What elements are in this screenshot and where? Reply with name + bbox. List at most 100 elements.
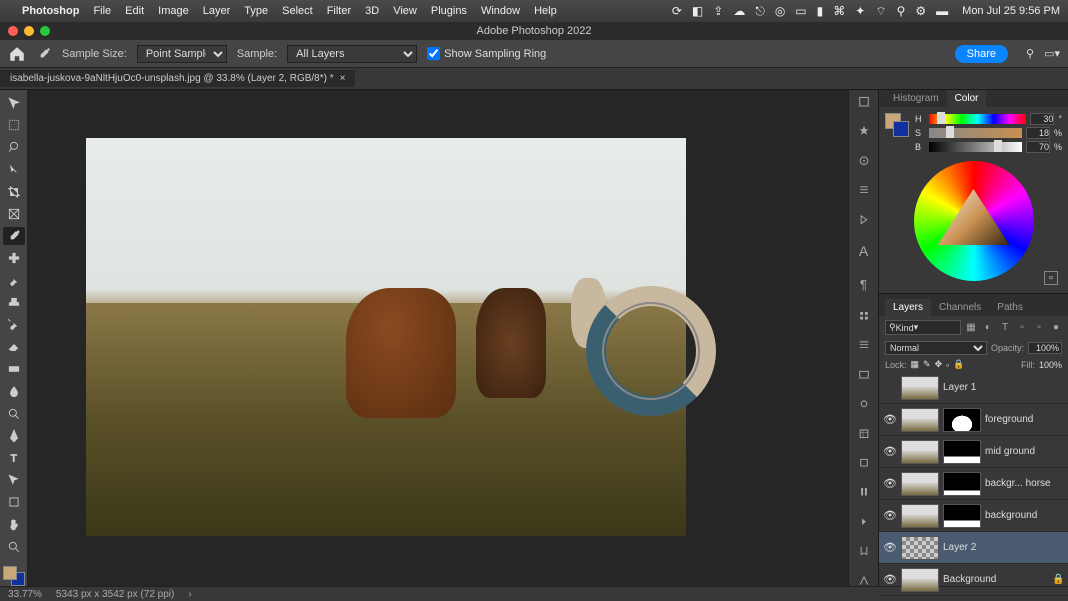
zoom-level[interactable]: 33.77% — [8, 589, 42, 600]
layer-visibility-icon[interactable]: 👁 — [883, 541, 897, 555]
close-tab-icon[interactable]: × — [340, 73, 346, 84]
sample-size-select[interactable]: Point Sample — [137, 45, 227, 63]
filter-toggle-icon[interactable]: ● — [1050, 322, 1062, 334]
hue-slider[interactable] — [929, 114, 1026, 124]
layer-filter-select[interactable]: ⚲ Kind ▾ — [885, 320, 961, 335]
brightness-slider[interactable] — [929, 142, 1022, 152]
brightness-input[interactable] — [1026, 141, 1050, 153]
document-canvas[interactable] — [86, 138, 686, 536]
layer-name[interactable]: mid ground — [985, 446, 1064, 457]
lock-paint-icon[interactable]: ✎ — [923, 359, 931, 370]
layer-mask-thumbnail[interactable] — [943, 440, 981, 464]
lock-all-icon[interactable]: 🔒 — [953, 359, 964, 370]
layer-mask-thumbnail[interactable] — [943, 504, 981, 528]
layer-thumbnail[interactable] — [901, 440, 939, 464]
dock-icon[interactable]: ¶ — [860, 277, 867, 292]
lock-position-icon[interactable]: ✥ — [935, 359, 943, 370]
layer-mask-thumbnail[interactable] — [943, 408, 981, 432]
tab-layers[interactable]: Layers — [885, 299, 931, 316]
battery-icon[interactable]: ▬ — [936, 4, 948, 18]
fill-input[interactable]: 100% — [1039, 360, 1062, 370]
layer-visibility-icon[interactable]: 👁 — [883, 573, 897, 587]
show-sampling-ring-input[interactable] — [427, 47, 440, 60]
menu-image[interactable]: Image — [158, 5, 189, 17]
menu-plugins[interactable]: Plugins — [431, 5, 467, 17]
status-icon[interactable]: ◧ — [692, 4, 703, 18]
layer-visibility-icon[interactable]: 👁 — [883, 477, 897, 491]
zoom-tool[interactable] — [3, 538, 25, 556]
layer-thumbnail[interactable] — [901, 568, 939, 592]
healing-tool[interactable] — [3, 249, 25, 267]
status-icon[interactable]: ☁ — [733, 4, 745, 18]
layer-visibility-icon[interactable]: 👁 — [883, 509, 897, 523]
filter-adjustment-icon[interactable]: ◐ — [982, 322, 994, 334]
show-sampling-ring-checkbox[interactable]: Show Sampling Ring — [427, 47, 546, 60]
layer-name[interactable]: Layer 1 — [943, 382, 1064, 393]
dock-icon[interactable] — [855, 575, 873, 586]
spotlight-icon[interactable]: ⚲ — [897, 4, 906, 18]
menu-type[interactable]: Type — [244, 5, 268, 17]
layer-visibility-icon[interactable] — [883, 381, 897, 395]
blur-tool[interactable] — [3, 382, 25, 400]
search-icon[interactable]: ⚲ — [1026, 47, 1034, 60]
opacity-input[interactable]: 100% — [1028, 342, 1062, 354]
layer-visibility-icon[interactable]: 👁 — [883, 445, 897, 459]
status-icon[interactable]: ⟳ — [672, 4, 682, 18]
blend-mode-select[interactable]: Normal — [885, 341, 987, 355]
move-tool[interactable] — [3, 94, 25, 112]
foreground-background-swatches[interactable] — [885, 113, 909, 137]
wifi-icon[interactable]: ⌔ — [875, 4, 886, 19]
workspace-switcher-icon[interactable]: ▭▾ — [1044, 47, 1060, 60]
layer-thumbnail[interactable] — [901, 504, 939, 528]
dock-icon[interactable] — [855, 457, 873, 468]
sample-select[interactable]: All Layers — [287, 45, 417, 63]
dock-icon[interactable] — [855, 184, 873, 195]
status-icon[interactable]: ▮ — [817, 4, 824, 18]
layer-visibility-icon[interactable]: 👁 — [883, 413, 897, 427]
layer-row[interactable]: Layer 1 — [879, 372, 1068, 404]
layer-row[interactable]: 👁 background — [879, 500, 1068, 532]
layer-mask-thumbnail[interactable] — [943, 472, 981, 496]
pen-tool[interactable] — [3, 427, 25, 445]
status-icon[interactable]: ✦ — [855, 4, 865, 18]
lasso-tool[interactable] — [3, 138, 25, 156]
dock-icon[interactable] — [855, 516, 873, 527]
layer-name[interactable]: background — [985, 510, 1064, 521]
layer-name[interactable]: backgr... horse — [985, 478, 1064, 489]
app-menu[interactable]: Photoshop — [22, 5, 79, 17]
marquee-tool[interactable] — [3, 116, 25, 134]
layer-name[interactable]: foreground — [985, 414, 1064, 425]
layer-row[interactable]: 👁 foreground — [879, 404, 1068, 436]
menubar-clock[interactable]: Mon Jul 25 9:56 PM — [962, 5, 1060, 17]
dock-icon[interactable] — [855, 96, 873, 107]
canvas-area[interactable] — [28, 90, 848, 586]
saturation-slider[interactable] — [929, 128, 1022, 138]
dock-icon[interactable] — [855, 398, 873, 409]
filter-pixel-icon[interactable]: ▦ — [965, 322, 977, 334]
dodge-tool[interactable] — [3, 405, 25, 423]
dock-icon[interactable] — [855, 214, 873, 225]
color-swatches[interactable] — [3, 566, 25, 586]
layer-thumbnail[interactable] — [901, 472, 939, 496]
filter-type-icon[interactable]: T — [999, 322, 1011, 334]
dock-icon[interactable] — [855, 369, 873, 380]
document-dimensions[interactable]: 5343 px x 3542 px (72 ppi) — [56, 589, 174, 600]
layer-lock-icon[interactable]: 🔒 — [1052, 574, 1064, 585]
menu-3d[interactable]: 3D — [365, 5, 379, 17]
layer-row[interactable]: 👁 mid ground — [879, 436, 1068, 468]
filter-smart-icon[interactable]: ▫ — [1033, 322, 1045, 334]
dock-icon[interactable] — [855, 339, 873, 350]
menu-filter[interactable]: Filter — [327, 5, 351, 17]
layer-row[interactable]: 👁 Layer 2 — [879, 532, 1068, 564]
tab-channels[interactable]: Channels — [931, 299, 989, 316]
stamp-tool[interactable] — [3, 294, 25, 312]
dock-icon[interactable] — [855, 545, 873, 556]
dock-icon[interactable] — [855, 155, 873, 166]
saturation-input[interactable] — [1026, 127, 1050, 139]
status-icon[interactable]: ⇪ — [713, 4, 723, 18]
layer-thumbnail[interactable] — [901, 536, 939, 560]
control-center-icon[interactable]: ⚙ — [915, 4, 926, 18]
menu-select[interactable]: Select — [282, 5, 313, 17]
quick-select-tool[interactable] — [3, 161, 25, 179]
layer-name[interactable]: Layer 2 — [943, 542, 1064, 553]
